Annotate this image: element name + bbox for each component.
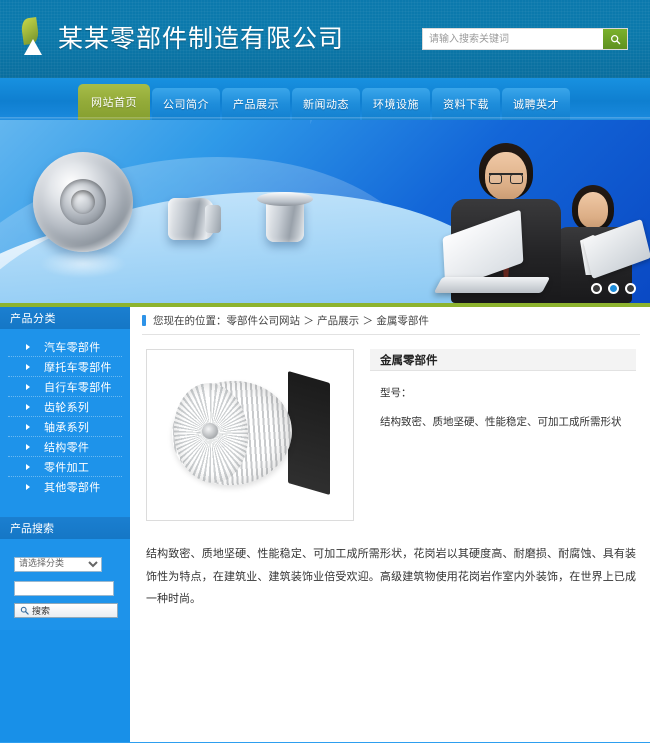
sidebar-item-structural-parts[interactable]: 结构零件 [8, 437, 122, 457]
banner-metal-bolt-part [168, 198, 221, 240]
banner-metal-ring-part [33, 152, 133, 252]
fan-center-hub [202, 423, 218, 439]
sidebar-item-label: 自行车零部件 [44, 380, 112, 394]
sidebar-search-button[interactable]: 搜索 [14, 603, 118, 618]
nav-item-news[interactable]: 新闻动态 [292, 88, 360, 120]
carousel-dot-1[interactable] [591, 283, 602, 294]
sidebar-spacer [0, 503, 130, 517]
site-logo[interactable]: 某某零部件制造有限公司 [18, 17, 345, 56]
carousel-dot-3[interactable] [625, 283, 636, 294]
blower-fan-impeller-image [164, 370, 336, 499]
search-icon [610, 34, 620, 44]
sidebar-item-gear-series[interactable]: 齿轮系列 [8, 397, 122, 417]
logo-triangle-shape [24, 39, 42, 55]
breadcrumb-marker-icon [142, 315, 146, 326]
woman-head [578, 192, 608, 228]
sidebar-item-other-parts[interactable]: 其他零部件 [8, 477, 122, 497]
product-detail: 金属零部件 型号： 结构致密、质地坚硬、性能稳定、可加工成所需形状 [130, 335, 650, 521]
search-button[interactable] [603, 29, 627, 49]
banner-carousel-dots [591, 283, 636, 294]
sidebar-search-button-label: 搜索 [32, 607, 51, 617]
product-title: 金属零部件 [370, 349, 636, 371]
man-laptop-device [433, 209, 551, 297]
category-select[interactable]: 请选择分类 [14, 556, 102, 572]
breadcrumb-text: 您现在的位置：零部件公司网站 ＞ 产品展示 ＞ 金属零部件 [153, 315, 429, 327]
product-summary: 结构致密、质地坚硬、性能稳定、可加工成所需形状 [380, 416, 622, 428]
sidebar-category-list: 汽车零部件 摩托车零部件 自行车零部件 齿轮系列 轴承系列 结构零件 零件加工 … [0, 329, 130, 503]
sidebar-item-auto-parts[interactable]: 汽车零部件 [8, 337, 122, 357]
chevron-right-icon [26, 363, 30, 370]
product-image-frame[interactable] [146, 349, 354, 521]
sidebar-item-label: 轴承系列 [44, 420, 90, 434]
sidebar-category-header: 产品分类 [0, 307, 130, 329]
site-header: 某某零部件制造有限公司 [0, 0, 650, 78]
search-input[interactable] [423, 29, 603, 49]
chevron-right-icon [26, 383, 30, 390]
main-navigation: 网站首页 公司简介 产品展示 新闻动态 环境设施 资料下载 诚聘英才 [0, 78, 650, 120]
banner-businessman [433, 143, 572, 303]
breadcrumb: 您现在的位置：零部件公司网站 ＞ 产品展示 ＞ 金属零部件 [142, 307, 640, 335]
page-body: 产品分类 汽车零部件 摩托车零部件 自行车零部件 齿轮系列 轴承系列 结构零件 … [0, 307, 650, 742]
hero-banner [0, 120, 650, 303]
nav-item-products[interactable]: 产品展示 [222, 88, 290, 120]
sidebar-item-label: 其他零部件 [44, 481, 101, 494]
sidebar-item-bearing-series[interactable]: 轴承系列 [8, 417, 122, 437]
product-description: 结构致密、质地坚硬、性能稳定、可加工成所需形状，花岗岩以其硬度高、耐磨损、耐腐蚀… [146, 547, 636, 606]
sidebar-item-label: 摩托车零部件 [44, 360, 112, 374]
sidebar-item-bicycle-parts[interactable]: 自行车零部件 [8, 377, 122, 397]
eyeglasses-icon [489, 173, 523, 184]
sidebar-item-label: 结构零件 [44, 440, 90, 454]
sidebar-item-label: 零件加工 [44, 460, 90, 474]
leaf-triangle-logo-icon [18, 17, 48, 56]
sidebar-item-label: 汽车零部件 [44, 340, 101, 354]
nav-item-about[interactable]: 公司简介 [152, 88, 220, 120]
nav-item-careers[interactable]: 诚聘英才 [502, 88, 570, 120]
nav-item-facilities[interactable]: 环境设施 [362, 88, 430, 120]
company-name: 某某零部件制造有限公司 [58, 24, 345, 53]
chevron-right-icon [26, 423, 30, 430]
sidebar-item-label: 齿轮系列 [44, 400, 90, 414]
chevron-right-icon [26, 463, 30, 470]
banner-metal-ring-reflection [40, 250, 126, 278]
search-icon [20, 606, 29, 615]
sidebar-item-motorcycle-parts[interactable]: 摩托车零部件 [8, 357, 122, 377]
page-root: 某某零部件制造有限公司 网站首页 公司简介 产品展示 新闻动态 环境设施 资料下… [0, 0, 650, 743]
banner-metal-rivet-part [257, 192, 313, 242]
chevron-right-icon [26, 484, 30, 490]
nav-item-home[interactable]: 网站首页 [78, 84, 150, 120]
laptop-base [433, 277, 551, 293]
sidebar-search-header: 产品搜索 [0, 517, 130, 539]
sidebar-search-panel: 请选择分类 搜索 [0, 539, 130, 630]
sidebar: 产品分类 汽车零部件 摩托车零部件 自行车零部件 齿轮系列 轴承系列 结构零件 … [0, 307, 130, 742]
chevron-right-icon [26, 443, 30, 450]
product-model-label: 型号： [380, 387, 412, 399]
sidebar-item-parts-machining[interactable]: 零件加工 [8, 457, 122, 477]
banner-people-photo [340, 120, 650, 303]
sidebar-keyword-input[interactable] [14, 581, 114, 596]
nav-item-downloads[interactable]: 资料下载 [432, 88, 500, 120]
chevron-right-icon [26, 403, 30, 410]
product-info: 金属零部件 型号： 结构致密、质地坚硬、性能稳定、可加工成所需形状 [370, 349, 636, 521]
carousel-dot-2[interactable] [608, 283, 619, 294]
fan-mount-plate [288, 370, 330, 496]
chevron-right-icon [26, 343, 30, 350]
main-content: 您现在的位置：零部件公司网站 ＞ 产品展示 ＞ 金属零部件 金属零部件 型号： … [130, 307, 650, 742]
header-search-box [422, 28, 628, 50]
